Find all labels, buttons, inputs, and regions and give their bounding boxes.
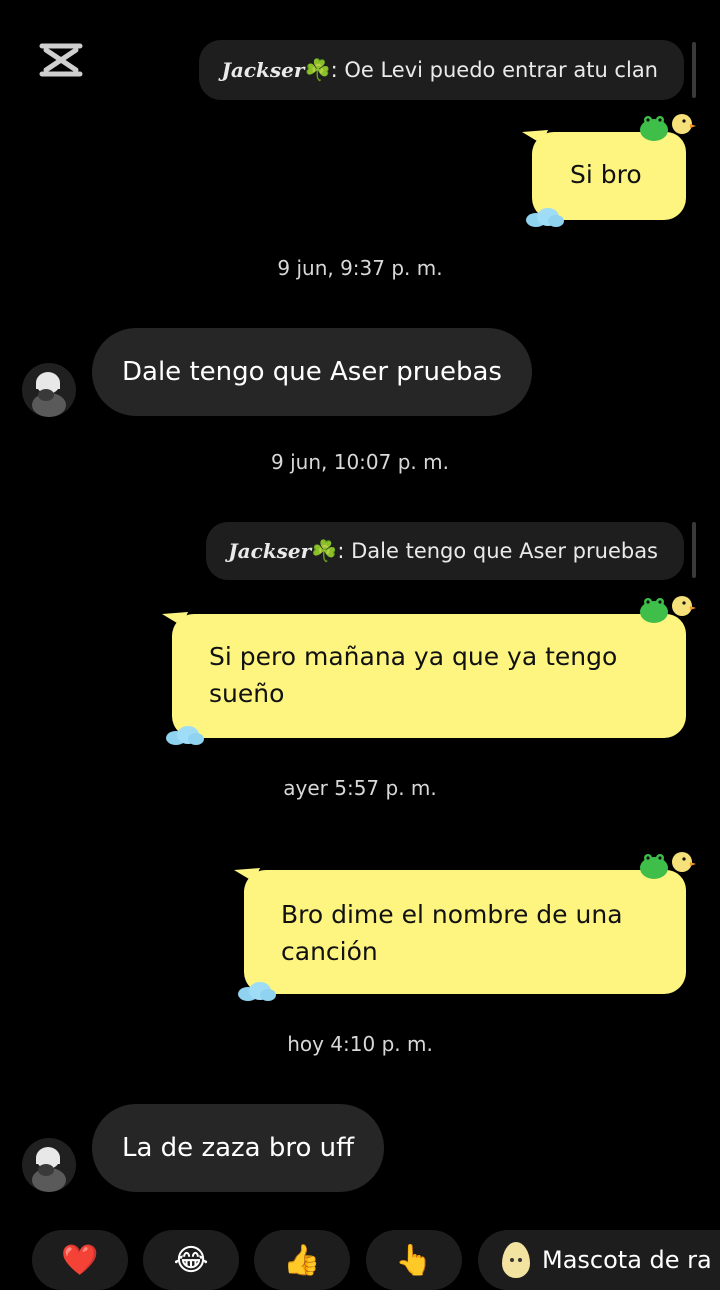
quote-author: Jackser xyxy=(228,539,312,563)
received-message-bubble[interactable]: Dale tengo que Aser pruebas xyxy=(92,328,532,416)
quote-scroll-indicator xyxy=(692,522,696,578)
reaction-laughing-button[interactable]: 😂 xyxy=(143,1230,239,1290)
cloud-sticker-icon xyxy=(526,208,564,227)
quick-reaction-bar: ❤️ 😂 👍 👆 Mascota de ra xyxy=(0,1230,720,1290)
bubble-ear-decor xyxy=(162,612,188,626)
pointing-up-icon: 👆 xyxy=(395,1242,433,1278)
message-text: Dale tengo que Aser pruebas xyxy=(122,357,502,387)
message-text-line: Bro dime el nombre de una xyxy=(281,900,623,929)
quote-scroll-indicator xyxy=(692,42,696,98)
sent-message-bubble[interactable]: Si bro xyxy=(522,114,696,227)
clover-icon: ☘️ xyxy=(311,538,338,563)
sent-message-bubble[interactable]: Bro dime el nombre de una canción xyxy=(234,852,696,1001)
avatar[interactable] xyxy=(22,1138,76,1192)
frog-duck-sticker-icon xyxy=(640,596,696,623)
frog-duck-sticker-icon xyxy=(640,114,696,141)
message-text-line: canción xyxy=(281,937,378,966)
pet-chip-button[interactable]: Mascota de ra xyxy=(478,1230,720,1290)
avatar[interactable] xyxy=(22,363,76,417)
timestamp: ayer 5:57 p. m. xyxy=(283,776,437,800)
reply-quote[interactable]: Jackser ☘️ : Dale tengo que Aser pruebas xyxy=(206,522,684,580)
message-text: La de zaza bro uff xyxy=(122,1133,355,1163)
capcut-logo-icon xyxy=(39,43,83,77)
heart-icon: ❤️ xyxy=(61,1242,99,1278)
frog-duck-sticker-icon xyxy=(640,852,696,879)
reaction-pointing-up-button[interactable]: 👆 xyxy=(366,1230,462,1290)
sent-message-bubble[interactable]: Si pero mañana ya que ya tengo sueño xyxy=(162,596,696,745)
reaction-thumbs-up-button[interactable]: 👍 xyxy=(254,1230,350,1290)
timestamp: hoy 4:10 p. m. xyxy=(287,1032,433,1056)
avatar-photo xyxy=(22,363,76,417)
clover-icon: ☘️ xyxy=(304,57,331,82)
cloud-sticker-icon xyxy=(238,982,276,1001)
message-text: Si bro xyxy=(570,160,642,189)
reply-quote[interactable]: Jackser ☘️ : Oe Levi puedo entrar atu cl… xyxy=(199,40,684,100)
avatar-photo xyxy=(22,1138,76,1192)
received-message-bubble[interactable]: La de zaza bro uff xyxy=(92,1104,385,1192)
bubble-ear-decor xyxy=(234,868,260,882)
thumbs-up-icon: 👍 xyxy=(283,1242,321,1278)
egg-pet-icon xyxy=(502,1242,530,1278)
laughing-face-icon: 😂 xyxy=(173,1242,209,1278)
pet-chip-label: Mascota de ra xyxy=(542,1246,712,1274)
timestamp: 9 jun, 9:37 p. m. xyxy=(277,256,443,280)
cloud-sticker-icon xyxy=(166,726,204,745)
timestamp: 9 jun, 10:07 p. m. xyxy=(271,450,449,474)
message-text-line: Si pero mañana ya que ya tengo xyxy=(209,642,618,671)
reaction-heart-button[interactable]: ❤️ xyxy=(32,1230,128,1290)
quote-text: : Oe Levi puedo entrar atu clan xyxy=(330,58,658,82)
message-text-line: sueño xyxy=(209,679,285,708)
quote-text: : Dale tengo que Aser pruebas xyxy=(337,539,658,563)
quote-author: Jackser xyxy=(221,58,305,82)
bubble-ear-decor xyxy=(522,130,548,144)
